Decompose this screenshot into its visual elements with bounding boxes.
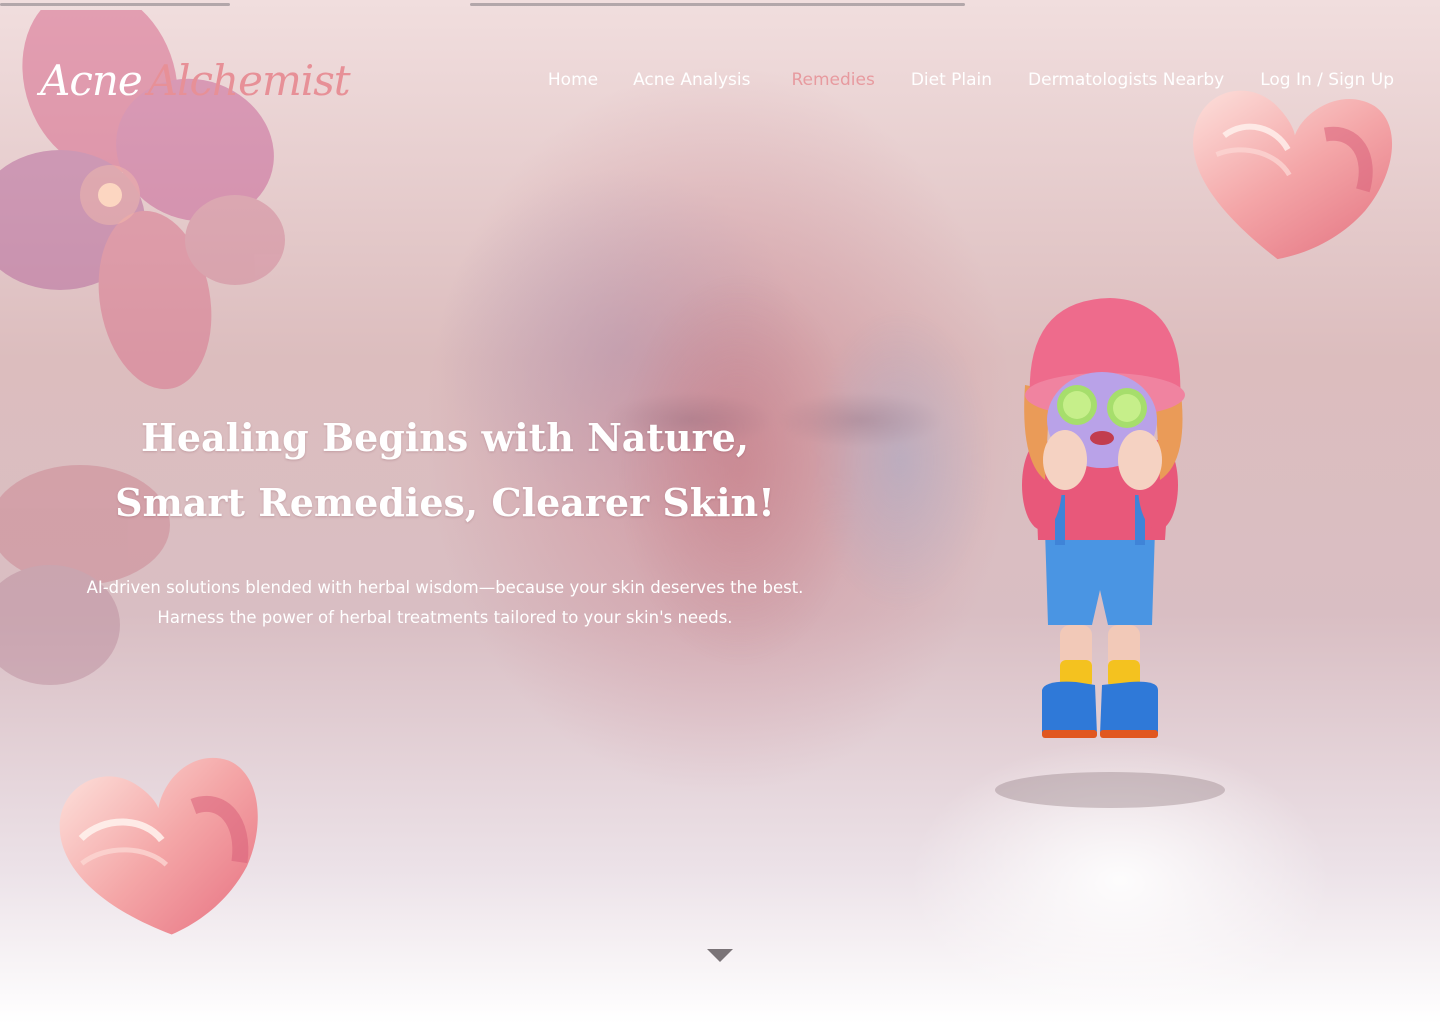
nav-acne-analysis[interactable]: Acne Analysis xyxy=(633,70,750,90)
hero-subtitle-line2: Harness the power of herbal treatments t… xyxy=(157,608,733,627)
heart-decoration-top xyxy=(1193,90,1393,260)
nav-remedies[interactable]: Remedies xyxy=(791,70,874,90)
top-divider-center xyxy=(470,3,965,6)
hero-subtitle-line1: AI-driven solutions blended with herbal … xyxy=(86,578,804,597)
hero-subtitle: AI-driven solutions blended with herbal … xyxy=(60,573,830,633)
hero-section: Healing Begins with Nature, Smart Remedi… xyxy=(60,405,830,633)
hero-title-line2: Smart Remedies, Clearer Skin! xyxy=(115,480,775,525)
landing-page: Acne Alchemist Home Acne Analysis Remedie… xyxy=(0,0,1440,1024)
scroll-down-icon[interactable] xyxy=(706,947,734,965)
character-illustration xyxy=(995,298,1225,808)
heart-decoration-bottom xyxy=(59,757,258,935)
top-divider-left xyxy=(0,3,230,6)
logo-word-alchemist: Alchemist xyxy=(147,56,351,105)
logo-word-acne: Acne xyxy=(40,56,143,105)
nav-diet-plan[interactable]: Diet Plain xyxy=(911,70,992,90)
logo[interactable]: Acne Alchemist xyxy=(40,56,351,105)
nav-home[interactable]: Home xyxy=(548,70,598,90)
hero-title: Healing Begins with Nature, Smart Remedi… xyxy=(60,405,830,535)
hero-title-line1: Healing Begins with Nature, xyxy=(140,415,750,460)
